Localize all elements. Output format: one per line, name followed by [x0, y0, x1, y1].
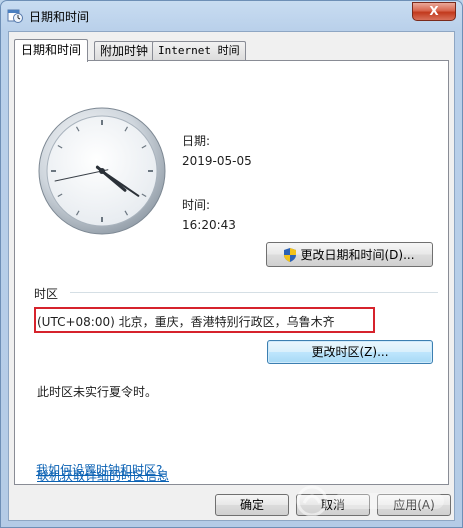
watermark-logo: [296, 485, 444, 517]
change-date-time-button[interactable]: 更改日期和时间(D)...: [266, 242, 433, 267]
tab-additional-clocks[interactable]: 附加时钟: [94, 41, 155, 60]
uac-shield-icon: [284, 248, 297, 262]
time-label: 时间:: [182, 198, 211, 212]
date-time-dialog: 日期和时间 X 日期和时间 附加时钟 Internet 时间 日期: 2019-…: [0, 0, 463, 528]
timezone-value: (UTC+08:00) 北京，重庆，香港特别行政区，乌鲁木齐: [37, 315, 335, 329]
date-value: 2019-05-05: [182, 154, 252, 168]
dialog-client-area: 日期和时间 附加时钟 Internet 时间 日期: 2019-05-05 时间…: [8, 31, 455, 521]
tab-panel-date-time: 日期: 2019-05-05 时间: 16:20:43 更改日期和时间(D)..…: [14, 60, 449, 485]
window-title: 日期和时间: [29, 10, 90, 24]
tab-internet-time[interactable]: Internet 时间: [152, 41, 246, 60]
ok-button[interactable]: 确定: [215, 494, 289, 516]
change-date-time-label: 更改日期和时间(D)...: [300, 248, 415, 262]
timezone-section-label: 时区: [34, 287, 59, 301]
date-label: 日期:: [182, 134, 211, 148]
title-bar[interactable]: 日期和时间 X: [1, 1, 462, 31]
analog-clock: [38, 107, 166, 235]
how-to-set-clock-link[interactable]: 我如何设置时钟和时区?: [36, 461, 162, 478]
time-value: 16:20:43: [182, 218, 236, 232]
change-timezone-button[interactable]: 更改时区(Z)...: [267, 340, 433, 364]
dst-note: 此时区未实行夏令时。: [37, 385, 158, 399]
close-button[interactable]: X: [412, 2, 456, 21]
calendar-clock-icon: [7, 9, 23, 23]
tab-date-time[interactable]: 日期和时间: [14, 39, 89, 62]
clock-center-pin: [99, 168, 105, 174]
section-divider: [70, 292, 438, 293]
